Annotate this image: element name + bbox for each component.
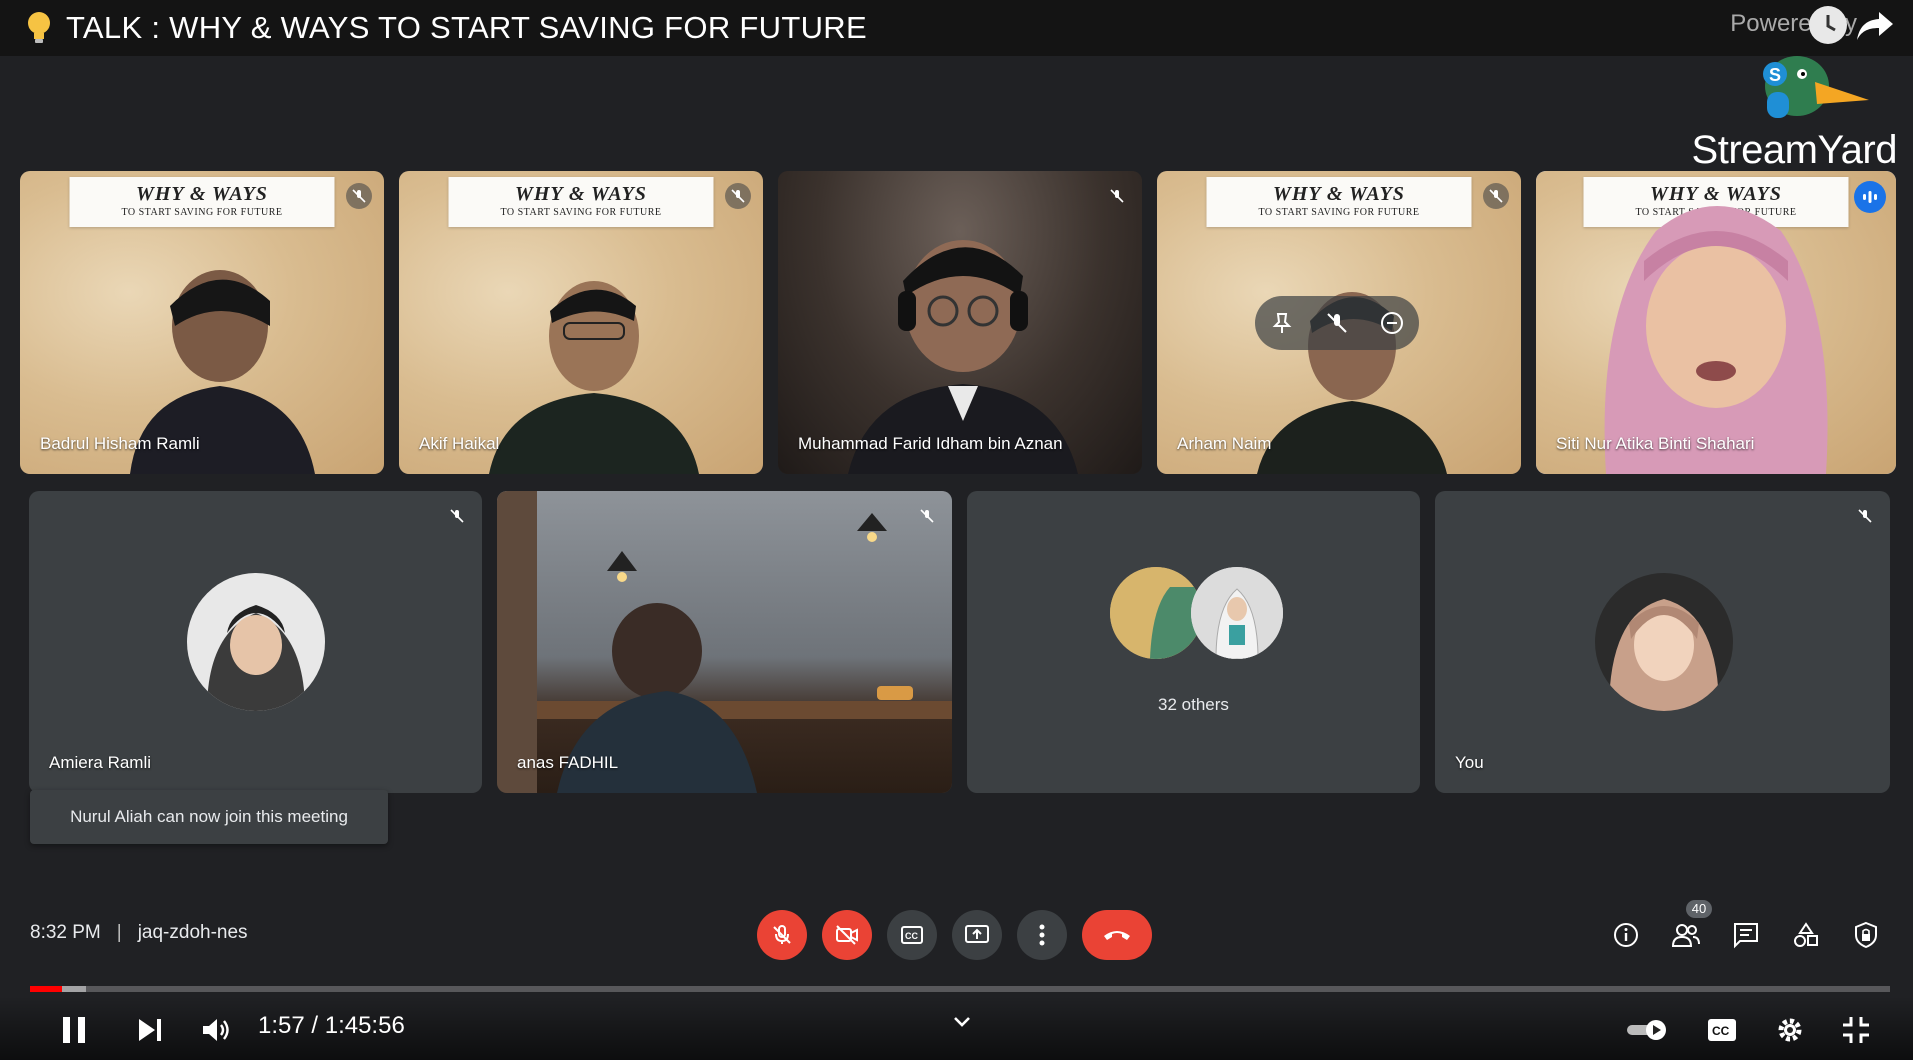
volume-button[interactable]	[196, 1012, 236, 1048]
volume-icon	[203, 1019, 229, 1041]
participant-count-badge: 40	[1686, 900, 1712, 918]
subtitles-button[interactable]: CC	[1702, 1012, 1742, 1048]
divider: |	[116, 922, 122, 943]
svg-text:S: S	[1769, 65, 1781, 85]
participant-video	[497, 491, 952, 793]
next-button[interactable]	[132, 1012, 168, 1048]
mic-muted-icon	[914, 503, 940, 529]
collapse-chevron-button[interactable]	[948, 1012, 976, 1032]
participant-avatar	[1191, 567, 1283, 659]
watch-later-icon[interactable]	[1809, 6, 1847, 44]
meeting-code[interactable]: jaq-zdoh-nes	[138, 922, 248, 944]
participant-name: Amiera Ramli	[49, 753, 152, 772]
tile-hover-controls	[1255, 296, 1419, 350]
shapes-icon	[1794, 922, 1818, 947]
settings-button[interactable]	[1772, 1012, 1808, 1048]
activities-button[interactable]	[1789, 918, 1823, 952]
pause-icon	[63, 1017, 85, 1043]
present-screen-icon	[965, 925, 989, 943]
participant-name: Akif Haikal	[419, 434, 500, 453]
lightbulb-icon	[28, 12, 50, 43]
meeting-time: 8:32 PM	[30, 922, 101, 943]
gear-icon	[1778, 1018, 1802, 1042]
leave-call-button[interactable]	[1082, 910, 1152, 960]
camera-toggle-button[interactable]	[822, 910, 872, 960]
mic-muted-icon	[346, 183, 372, 209]
others-tile[interactable]: 32 others	[967, 491, 1420, 793]
meeting-info: 8:32 PM | jaq-zdoh-nes	[30, 922, 248, 944]
participant-name: Arham Naim	[1177, 434, 1272, 453]
autoplay-toggle-icon	[1627, 1020, 1666, 1040]
progress-bar[interactable]	[30, 986, 1890, 992]
more-options-button[interactable]	[1017, 910, 1067, 960]
participant-name: Muhammad Farid Idham bin Aznan	[798, 434, 1063, 453]
subtitles-icon: CC	[1708, 1019, 1736, 1041]
participant-tile[interactable]: Amiera Ramli	[29, 491, 482, 793]
exit-fullscreen-button[interactable]	[1838, 1012, 1874, 1048]
pause-button[interactable]	[56, 1012, 92, 1048]
mic-muted-icon	[1852, 503, 1878, 529]
host-controls-button[interactable]	[1849, 918, 1883, 952]
hang-up-icon	[1104, 931, 1130, 940]
video-title-bar: TALK : WHY & WAYS TO START SAVING FOR FU…	[0, 0, 1913, 56]
svg-text:CC: CC	[905, 931, 918, 941]
participant-tile[interactable]: anas FADHIL	[497, 491, 952, 793]
participant-avatar	[1110, 567, 1202, 659]
streamyard-brand-text: StreamYard	[1691, 128, 1898, 172]
present-screen-button[interactable]	[952, 910, 1002, 960]
event-banner: WHY & WAYSTO START SAVING FOR FUTURE	[448, 177, 714, 227]
participant-name: anas FADHIL	[517, 753, 619, 772]
skip-next-icon	[139, 1019, 161, 1041]
autoplay-toggle[interactable]	[1624, 1012, 1670, 1048]
others-count-label: 32 others	[1158, 695, 1229, 714]
participant-avatar	[187, 573, 325, 711]
participant-tile[interactable]: WHY & WAYS TO START SAVING FOR FUTURE Bad…	[20, 171, 384, 474]
shield-lock-icon	[1855, 921, 1877, 949]
participant-tile-active-speaker[interactable]: WHY & WAYSTO START SAVING FOR FUTURE Sit…	[1536, 171, 1896, 474]
participant-name: Siti Nur Atika Binti Shahari	[1556, 434, 1755, 453]
captions-icon: CC	[901, 926, 923, 944]
more-vertical-icon	[1039, 924, 1045, 946]
participant-video	[489, 281, 699, 474]
remove-icon[interactable]	[1379, 310, 1405, 336]
svg-text:CC: CC	[1712, 1024, 1730, 1038]
mic-muted-icon	[1104, 183, 1130, 209]
participant-tile-self[interactable]: You	[1435, 491, 1890, 793]
join-notification-toast: Nurul Aliah can now join this meeting	[30, 790, 388, 844]
playback-time: 1:57 / 1:45:56	[258, 1012, 405, 1039]
progress-played	[30, 986, 62, 992]
chat-icon	[1734, 923, 1758, 949]
share-icon[interactable]	[1855, 10, 1895, 42]
pin-icon[interactable]	[1269, 310, 1295, 336]
captions-button[interactable]: CC	[887, 910, 937, 960]
participant-tile[interactable]: WHY & WAYS TO START SAVING FOR FUTURE Aki…	[399, 171, 763, 474]
mic-muted-icon	[1483, 183, 1509, 209]
event-banner: WHY & WAYSTO START SAVING FOR FUTURE	[1206, 177, 1472, 227]
info-icon	[1614, 923, 1638, 947]
participant-name: Badrul Hisham Ramli	[40, 434, 200, 453]
participant-video	[1604, 206, 1828, 474]
camera-off-icon	[836, 925, 858, 945]
mic-muted-icon	[725, 183, 751, 209]
participant-tile[interactable]: Muhammad Farid Idham bin Aznan	[778, 171, 1142, 474]
video-title: TALK : WHY & WAYS TO START SAVING FOR FU…	[66, 10, 867, 45]
exit-fullscreen-icon	[1843, 1017, 1869, 1043]
chat-button[interactable]	[1729, 918, 1763, 952]
mic-muted-icon[interactable]	[1324, 310, 1350, 336]
self-avatar	[1595, 573, 1733, 711]
chevron-down-icon	[954, 1017, 970, 1027]
mic-off-icon	[773, 925, 791, 944]
people-button[interactable]	[1669, 918, 1703, 952]
mic-toggle-button[interactable]	[757, 910, 807, 960]
participant-video	[1257, 292, 1447, 474]
people-icon	[1671, 924, 1700, 947]
mic-muted-icon	[444, 503, 470, 529]
participant-video	[848, 240, 1078, 474]
meeting-details-button[interactable]	[1609, 918, 1643, 952]
event-banner: WHY & WAYSTO START SAVING FOR FUTURE	[69, 177, 335, 227]
participant-name: You	[1455, 753, 1484, 772]
speaking-indicator-icon	[1854, 181, 1886, 213]
